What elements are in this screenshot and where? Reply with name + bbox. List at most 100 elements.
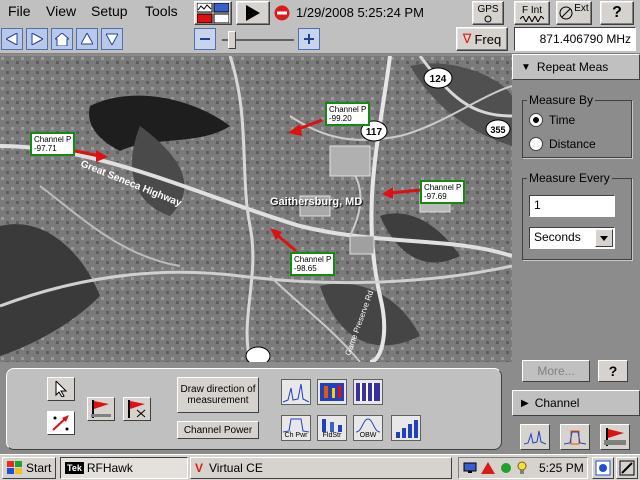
more-button[interactable]: More... — [522, 360, 590, 382]
route-355-label: 355 — [490, 125, 505, 135]
task-virtual-ce[interactable]: V Virtual CE — [190, 457, 452, 479]
freq-button[interactable]: ∇ Freq — [456, 27, 508, 51]
home-button[interactable] — [51, 28, 73, 50]
zoom-slider-thumb[interactable] — [228, 31, 236, 49]
fldstr-label: FldStr — [322, 432, 342, 439]
forward-button[interactable] — [26, 28, 48, 50]
gps-button[interactable]: GPS — [472, 1, 504, 25]
navigation-toolbar: ∇ Freq 871.406790 MHz — [0, 26, 640, 54]
measurement-marker[interactable]: Channel P -97.69 — [420, 180, 466, 204]
channel-power-mode-button[interactable]: Ch Pwr — [281, 415, 311, 441]
marker-title: Channel P — [34, 135, 72, 144]
channel-power-button[interactable]: Channel Power — [177, 421, 259, 439]
plus-icon — [304, 34, 314, 44]
display-mode-button[interactable] — [194, 1, 232, 25]
freq-ref-ext-button[interactable]: Ext — [556, 1, 592, 25]
start-button[interactable]: Start — [2, 457, 56, 479]
arrow-right-icon — [31, 33, 43, 45]
menu-file[interactable]: File — [8, 3, 31, 19]
spectrum-mode-icon — [282, 383, 310, 403]
play-icon — [246, 5, 260, 21]
route-117-label: 117 — [366, 127, 383, 138]
measure-every-title: Measure Every — [527, 171, 612, 185]
menu-tools[interactable]: Tools — [145, 3, 178, 19]
windows-logo-icon — [7, 461, 22, 474]
lightbulb-icon[interactable] — [517, 461, 527, 475]
signal-bars-icon — [396, 420, 418, 438]
select-pointer-button[interactable] — [47, 377, 75, 401]
marker-value: -99.20 — [329, 114, 352, 123]
desktop-toggle-button[interactable] — [616, 457, 638, 479]
clock[interactable]: 5:25 PM — [539, 461, 584, 475]
measurement-marker[interactable]: Channel P -99.20 — [325, 102, 371, 126]
tray-green-icon[interactable] — [499, 462, 513, 474]
desktop-icon — [619, 460, 635, 476]
marker-title: Channel P — [329, 105, 367, 114]
channel-view-button[interactable] — [560, 424, 590, 450]
help-button[interactable]: ? — [600, 1, 634, 25]
split-display-icon — [197, 3, 229, 23]
spectrum-view-button[interactable] — [520, 424, 550, 450]
signal-strength-mode-button[interactable] — [391, 415, 421, 441]
draw-direction-button[interactable]: Draw direction of measurement — [177, 377, 259, 413]
tray-app-button[interactable] — [592, 457, 614, 479]
menu-setup[interactable]: Setup — [91, 3, 128, 19]
down-button[interactable] — [101, 28, 123, 50]
task-rfhawk[interactable]: Tek RFHawk — [60, 457, 188, 479]
up-button[interactable] — [76, 28, 98, 50]
obw-mode-button[interactable]: OBW — [353, 415, 383, 441]
waterfall-mode-button[interactable] — [353, 379, 383, 405]
ce-app-icon — [595, 460, 611, 476]
measure-by-group: Measure By Time Distance — [522, 93, 632, 158]
spectrum-mode-button[interactable] — [281, 379, 311, 405]
interval-unit-value: Seconds — [534, 230, 581, 244]
draw-direction-tool-button[interactable] — [47, 411, 75, 435]
marker-delete-icon — [128, 400, 146, 418]
radio-distance[interactable]: Distance — [529, 137, 596, 151]
repeat-meas-header[interactable]: ▼ Repeat Meas — [512, 54, 640, 80]
arrow-up-icon — [81, 33, 93, 45]
dropdown-arrow-icon[interactable] — [595, 229, 613, 247]
tek-logo-icon: Tek — [65, 462, 84, 474]
channel-power-icon — [564, 430, 586, 445]
frequency-readout[interactable]: 871.406790 MHz — [514, 27, 636, 51]
zoom-out-button[interactable] — [194, 28, 216, 50]
waterfall-icon — [356, 383, 380, 401]
freq-marker-icon: ∇ — [462, 31, 472, 46]
interval-unit-select[interactable]: Seconds — [529, 227, 615, 249]
interval-input[interactable]: 1 — [529, 195, 615, 217]
map-view[interactable]: 124 117 355 Great Seneca Highway Game Pr… — [0, 56, 512, 362]
panel-help-button[interactable]: ? — [598, 360, 628, 382]
menu-view[interactable]: View — [46, 3, 76, 19]
marker-title: Channel P — [294, 255, 332, 264]
stop-button[interactable] — [274, 5, 290, 21]
radio-time[interactable]: Time — [529, 113, 575, 127]
field-strength-mode-button[interactable]: FldStr — [317, 415, 347, 441]
marker-title: Channel P — [424, 183, 462, 192]
back-button[interactable] — [1, 28, 23, 50]
datetime-display: 1/29/2008 5:25:24 PM — [296, 5, 424, 20]
freq-ref-int-button[interactable]: F Int — [514, 1, 550, 25]
delete-marker-button[interactable] — [123, 397, 151, 421]
pointer-icon — [55, 381, 67, 397]
map-flag-button[interactable] — [600, 424, 630, 450]
stop-icon — [274, 5, 290, 21]
task-rfhawk-label: RFHawk — [86, 461, 133, 475]
measurement-marker[interactable]: Channel P -98.65 — [290, 252, 336, 276]
run-button[interactable] — [236, 1, 270, 25]
network-icon[interactable] — [463, 462, 477, 474]
measurement-marker[interactable]: Channel P -97.71 — [30, 132, 76, 156]
virtual-ce-icon: V — [195, 461, 204, 475]
radio-selected-icon — [529, 113, 543, 127]
map-tools-box: Draw direction of measurement Channel Po… — [6, 368, 502, 450]
zoom-in-button[interactable] — [298, 28, 320, 50]
place-marker-button[interactable] — [87, 397, 115, 421]
tray-red-icon[interactable] — [481, 462, 495, 474]
settings-panel: ▼ Repeat Meas Measure By Time Distance M… — [512, 54, 640, 454]
route-124-label: 124 — [430, 74, 447, 85]
channel-header[interactable]: ▶ Channel — [512, 390, 640, 416]
ext-label: Ext — [574, 2, 589, 14]
spectrogram-mode-button[interactable] — [317, 379, 347, 405]
marker-flag-icon — [91, 400, 111, 418]
expand-triangle-icon: ▶ — [521, 397, 529, 409]
